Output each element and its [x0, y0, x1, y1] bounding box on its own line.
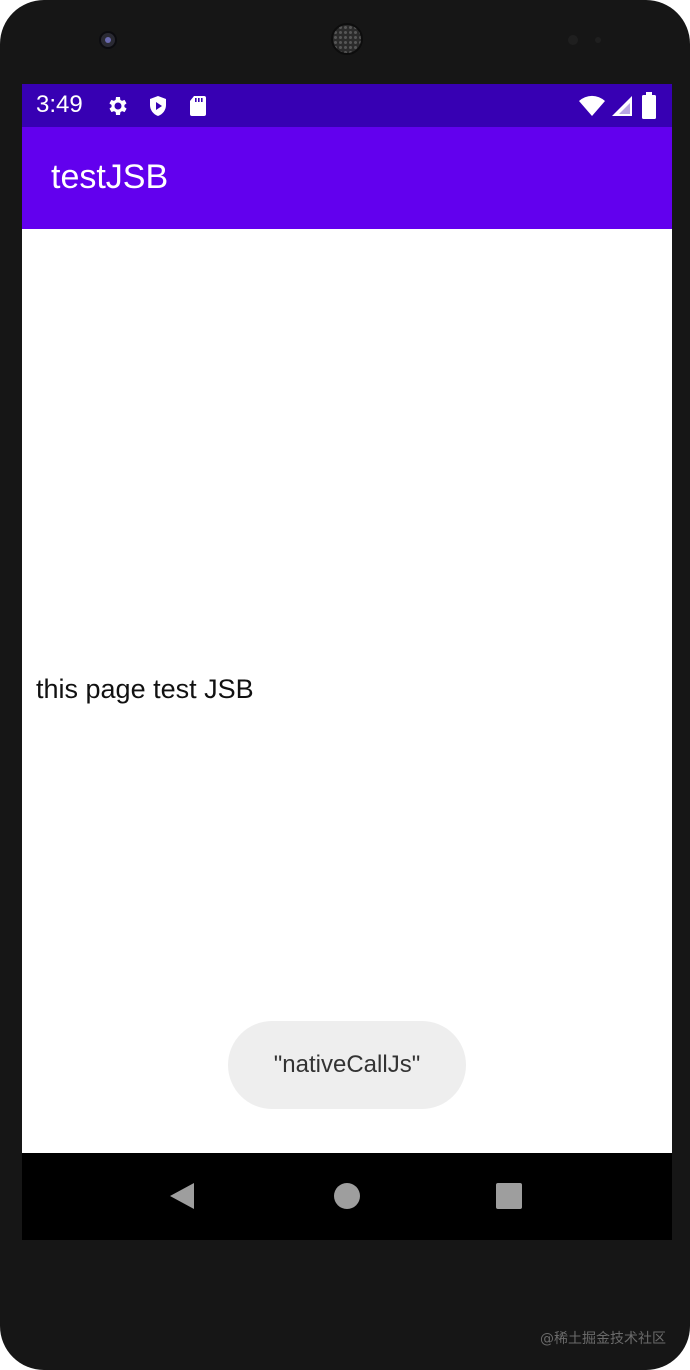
status-bar: 3:49 [22, 84, 672, 127]
signal-icon [612, 96, 632, 116]
proximity-sensor [568, 35, 578, 45]
device-screen: 3:49 testJSB this page test JSB "nativeC… [22, 84, 672, 1240]
shield-play-icon [150, 96, 166, 116]
watermark: @稀土掘金技术社区 [540, 1331, 666, 1347]
home-circle-icon[interactable] [332, 1181, 362, 1211]
page-text: this page test JSB [36, 674, 254, 704]
wifi-icon [579, 95, 605, 116]
status-time: 3:49 [36, 91, 83, 118]
webview-content[interactable]: this page test JSB "nativeCallJs" [22, 229, 672, 1153]
earpiece-speaker [331, 23, 363, 55]
recents-square-icon[interactable] [494, 1181, 524, 1211]
navigation-bar [22, 1153, 672, 1240]
app-bar: testJSB [22, 127, 672, 229]
toast-message: "nativeCallJs" [228, 1021, 466, 1109]
sd-card-icon [190, 96, 206, 116]
front-camera [99, 31, 117, 49]
battery-icon [642, 92, 656, 119]
light-sensor [595, 37, 601, 43]
back-triangle-icon[interactable] [168, 1181, 198, 1211]
app-title: testJSB [51, 158, 169, 196]
phone-frame: 3:49 testJSB this page test JSB "nativeC… [0, 0, 690, 1370]
gear-icon [109, 97, 127, 115]
